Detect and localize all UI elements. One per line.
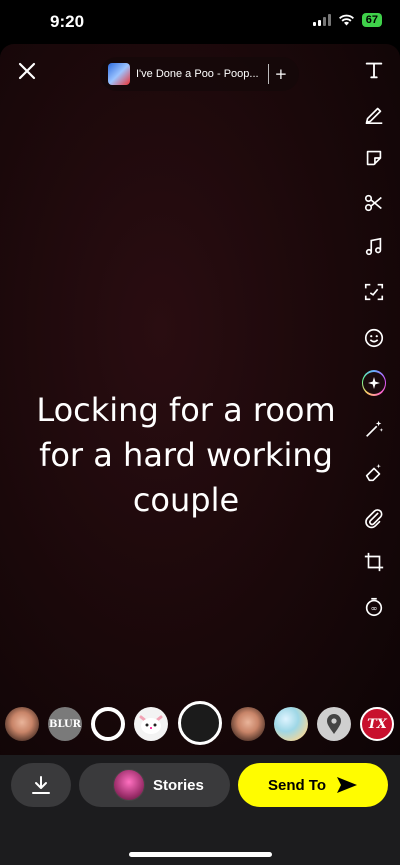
close-icon [18, 62, 36, 80]
cat-face-icon [139, 715, 163, 734]
svg-text:∞: ∞ [371, 603, 378, 613]
text-tool-button[interactable] [362, 58, 386, 82]
lens-tx-label: TX [367, 716, 387, 732]
lens-face-2[interactable] [231, 707, 265, 741]
stories-button[interactable]: Stories [79, 763, 230, 807]
lens-blur-label: BLUR [49, 718, 81, 730]
song-artwork [108, 63, 130, 85]
location-pin-icon [327, 714, 341, 734]
emoji-tool-button[interactable] [362, 326, 386, 350]
send-to-button[interactable]: Send To [238, 763, 388, 807]
draw-tool-button[interactable] [362, 102, 386, 126]
snap-caption[interactable]: Locking for a room for a hard working co… [0, 388, 372, 523]
caption-line: couple [132, 481, 240, 519]
bottom-action-bar: Stories Send To [0, 755, 400, 865]
status-time: 9:20 [50, 12, 85, 31]
cellular-signal-icon [312, 14, 331, 26]
lens-opal[interactable] [274, 707, 308, 741]
crop-tool-button[interactable] [362, 550, 386, 574]
song-pill[interactable]: I've Done a Poo - Poop... + [100, 57, 299, 91]
lens-outline[interactable] [91, 707, 125, 741]
download-icon [32, 776, 50, 794]
text-icon [365, 62, 383, 79]
send-to-label: Send To [267, 776, 327, 794]
music-tool-button[interactable] [362, 235, 386, 259]
scissors-tool-button[interactable] [362, 191, 386, 215]
send-arrow-icon [337, 777, 358, 793]
timer-tool-button[interactable]: ∞ [362, 595, 386, 619]
scan-tool-button[interactable] [362, 280, 386, 304]
close-button[interactable] [14, 58, 40, 84]
save-download-button[interactable] [11, 763, 71, 807]
lens-tx[interactable]: TX [360, 707, 394, 741]
sticker-tool-button[interactable] [362, 146, 386, 170]
caption-line: Locking for a room [36, 391, 336, 429]
song-divider [267, 64, 269, 84]
song-title: I've Done a Poo - Poop... [136, 68, 259, 80]
capture-button[interactable] [178, 701, 222, 745]
caption-line: for a hard working [39, 436, 333, 474]
lens-carousel: BLUR TX [0, 701, 400, 745]
scissors-icon [364, 194, 382, 212]
music-icon [365, 237, 382, 256]
wifi-icon [338, 14, 354, 26]
battery-indicator: 67 [361, 13, 382, 27]
home-indicator [129, 852, 272, 857]
timer-icon: ∞ [365, 597, 383, 617]
lens-location[interactable] [317, 707, 351, 741]
lens-face-1[interactable] [5, 707, 39, 741]
pencil-icon [365, 107, 383, 124]
stories-label: Stories [153, 776, 204, 794]
emoji-icon [364, 328, 384, 348]
avatar [113, 769, 145, 801]
add-song-button[interactable]: + [275, 65, 288, 83]
sticker-icon [366, 150, 382, 166]
lens-blur[interactable]: BLUR [48, 707, 82, 741]
status-bar: 9:20 67 [0, 0, 400, 44]
crop-icon [364, 552, 384, 572]
lens-scan-icon [364, 283, 384, 301]
lens-cat[interactable] [134, 707, 168, 741]
